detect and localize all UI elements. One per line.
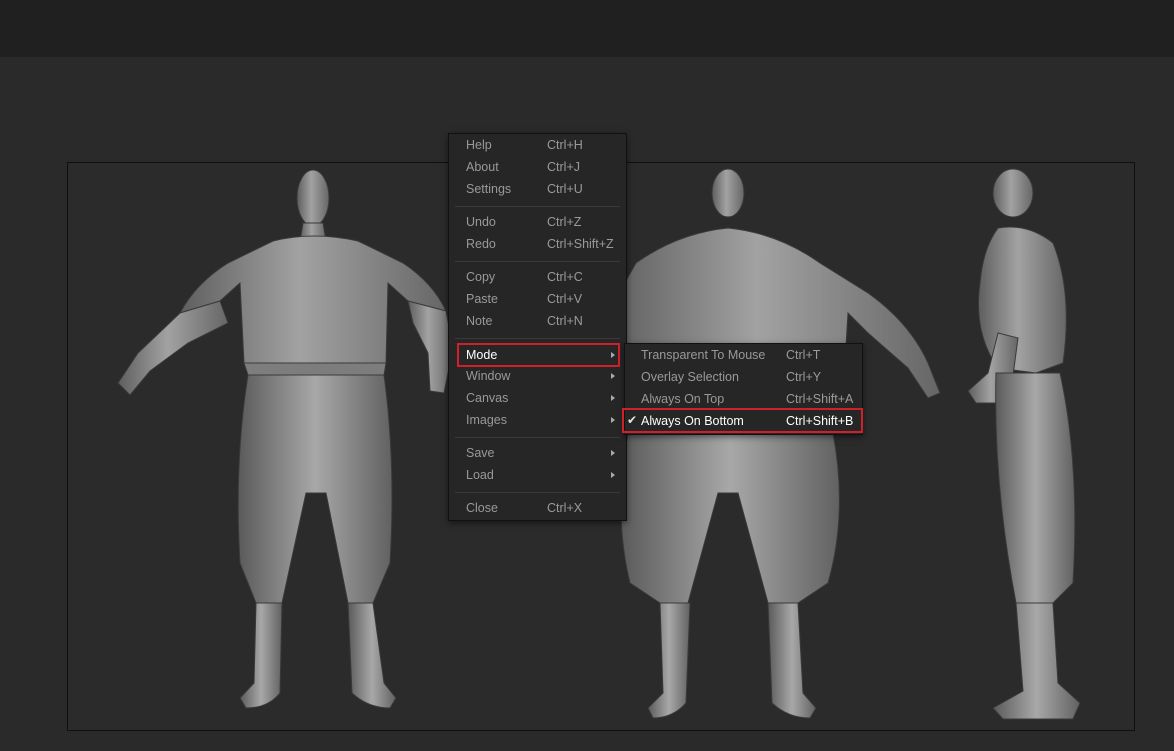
context-menu: Help Ctrl+H About Ctrl+J Settings Ctrl+U…	[448, 133, 627, 521]
menu-item-shortcut: Ctrl+C	[547, 270, 583, 284]
menu-item-help[interactable]: Help Ctrl+H	[449, 134, 626, 156]
menu-item-label: Always On Top	[641, 392, 725, 406]
menu-separator	[455, 338, 620, 339]
menu-separator	[455, 206, 620, 207]
menu-item-label: Redo	[466, 237, 496, 251]
menu-item-copy[interactable]: Copy Ctrl+C	[449, 266, 626, 288]
menu-item-shortcut: Ctrl+N	[547, 314, 583, 328]
menu-item-label: Images	[466, 413, 507, 427]
menu-item-images[interactable]: Images	[449, 409, 626, 431]
menu-item-load[interactable]: Load	[449, 464, 626, 486]
menu-item-about[interactable]: About Ctrl+J	[449, 156, 626, 178]
menu-item-label: Help	[466, 138, 492, 152]
mode-submenu: Transparent To Mouse Ctrl+T Overlay Sele…	[622, 343, 863, 435]
submenu-item-overlay-selection[interactable]: Overlay Selection Ctrl+Y	[625, 366, 862, 388]
menu-item-label: Always On Bottom	[641, 414, 744, 428]
menu-item-label: Paste	[466, 292, 498, 306]
menu-item-window[interactable]: Window	[449, 365, 626, 387]
trousers-side	[992, 372, 1081, 720]
menu-separator	[455, 261, 620, 262]
menu-item-shortcut: Ctrl+Shift+Z	[547, 237, 614, 251]
submenu-arrow-icon	[611, 373, 615, 379]
menu-item-label: Window	[466, 369, 511, 383]
menu-item-label: Mode	[466, 348, 498, 362]
sculpt-side-view	[967, 168, 1067, 404]
menu-item-shortcut: Ctrl+H	[547, 138, 583, 152]
menu-item-shortcut: Ctrl+Y	[786, 370, 822, 384]
menu-item-label: Undo	[466, 215, 496, 229]
menu-item-label: Note	[466, 314, 493, 328]
menu-item-shortcut: Ctrl+Shift+A	[786, 392, 854, 406]
menu-item-undo[interactable]: Undo Ctrl+Z	[449, 211, 626, 233]
menu-item-shortcut: Ctrl+T	[786, 348, 821, 362]
menu-item-canvas[interactable]: Canvas	[449, 387, 626, 409]
menu-item-label: Overlay Selection	[641, 370, 739, 384]
submenu-arrow-icon	[611, 395, 615, 401]
menu-item-shortcut: Ctrl+Shift+B	[786, 414, 854, 428]
submenu-arrow-icon	[611, 472, 615, 478]
menu-item-label: Settings	[466, 182, 512, 196]
submenu-item-always-on-bottom[interactable]: ✔ Always On Bottom Ctrl+Shift+B	[622, 408, 863, 433]
submenu-arrow-icon	[611, 352, 615, 358]
submenu-arrow-icon	[611, 417, 615, 423]
top-bar	[0, 0, 1174, 57]
menu-item-label: Load	[466, 468, 494, 482]
menu-separator	[455, 437, 620, 438]
menu-item-label: Save	[466, 446, 495, 460]
menu-item-label: Canvas	[466, 391, 509, 405]
submenu-item-transparent-to-mouse[interactable]: Transparent To Mouse Ctrl+T	[625, 344, 862, 366]
menu-item-label: Transparent To Mouse	[641, 348, 766, 362]
menu-item-mode[interactable]: Mode	[457, 343, 620, 367]
trousers-front	[237, 374, 397, 709]
menu-item-paste[interactable]: Paste Ctrl+V	[449, 288, 626, 310]
menu-item-shortcut: Ctrl+X	[547, 501, 583, 515]
menu-item-shortcut: Ctrl+U	[547, 182, 583, 196]
menu-separator	[455, 492, 620, 493]
menu-item-redo[interactable]: Redo Ctrl+Shift+Z	[449, 233, 626, 255]
menu-item-label: About	[466, 160, 499, 174]
trousers-back	[620, 432, 840, 719]
checkmark-icon: ✔	[627, 413, 638, 427]
menu-item-shortcut: Ctrl+Z	[547, 215, 582, 229]
submenu-arrow-icon	[611, 450, 615, 456]
menu-item-close[interactable]: Close Ctrl+X	[449, 497, 626, 519]
sculpt-front-view	[117, 169, 454, 396]
menu-item-shortcut: Ctrl+J	[547, 160, 580, 174]
submenu-item-always-on-top[interactable]: Always On Top Ctrl+Shift+A	[625, 388, 862, 410]
menu-item-label: Close	[466, 501, 498, 515]
menu-item-settings[interactable]: Settings Ctrl+U	[449, 178, 626, 200]
menu-item-note[interactable]: Note Ctrl+N	[449, 310, 626, 332]
menu-item-label: Copy	[466, 270, 496, 284]
menu-item-save[interactable]: Save	[449, 442, 626, 464]
menu-item-shortcut: Ctrl+V	[547, 292, 583, 306]
